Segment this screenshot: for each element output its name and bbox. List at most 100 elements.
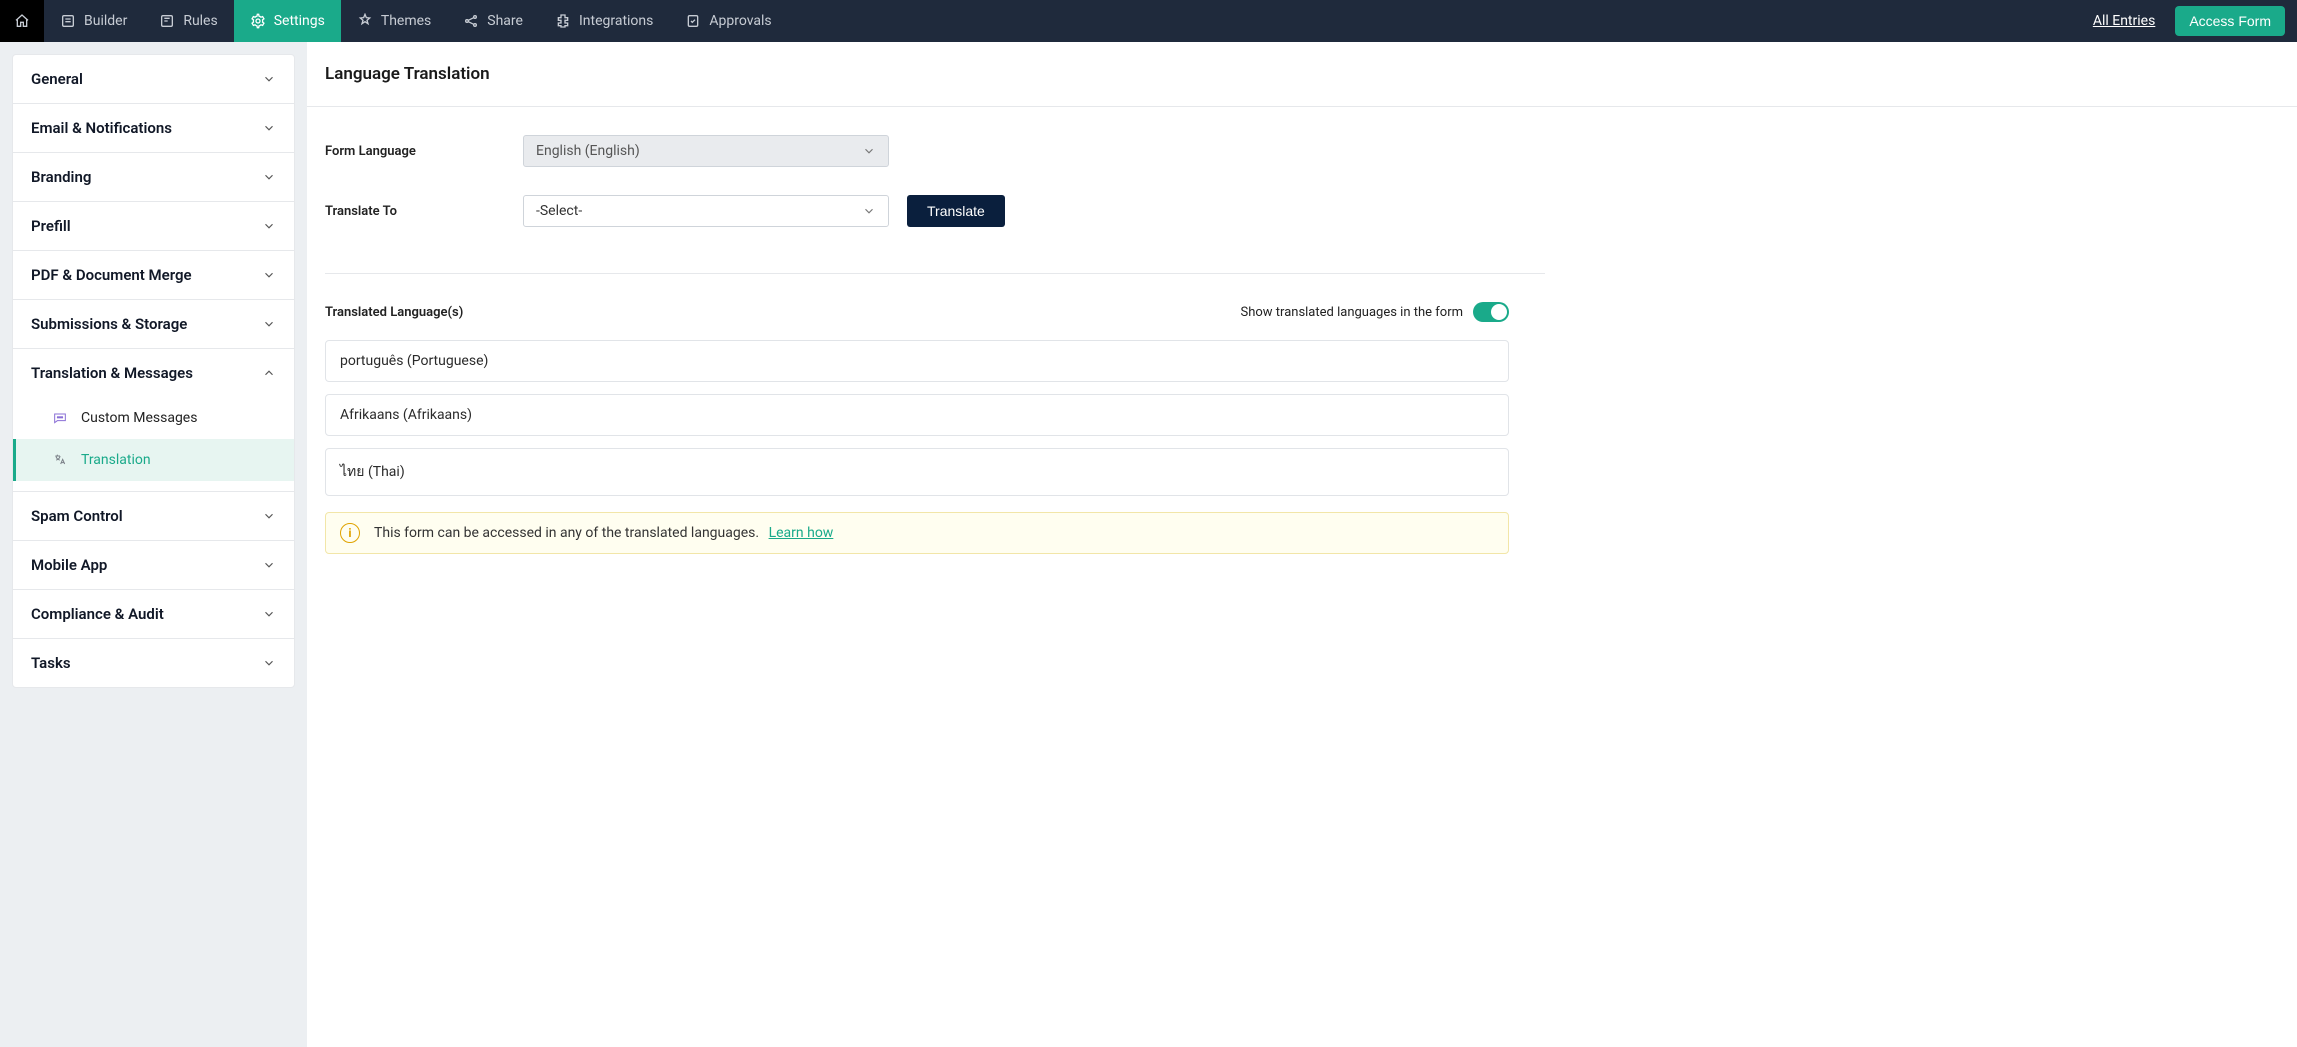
sidebar-label: Mobile App: [31, 556, 107, 574]
translate-button[interactable]: Translate: [907, 195, 1005, 227]
info-text-wrap: This form can be accessed in any of the …: [374, 525, 833, 541]
sidebar-label: PDF & Document Merge: [31, 266, 192, 284]
form-area: Form Language English (English) Translat…: [307, 107, 1527, 265]
nav-tab-share[interactable]: Share: [447, 0, 539, 42]
nav-tab-builder[interactable]: Builder: [44, 0, 143, 42]
chevron-down-icon: [262, 72, 276, 86]
sidebar-section-mobile: Mobile App: [13, 541, 294, 590]
sidebar-header-compliance[interactable]: Compliance & Audit: [13, 590, 294, 638]
integrations-icon: [555, 13, 571, 29]
sidebar-header-mobile[interactable]: Mobile App: [13, 541, 294, 589]
home-icon: [14, 13, 30, 29]
nav-tab-approvals[interactable]: Approvals: [669, 0, 787, 42]
nav-tab-label: Themes: [381, 13, 431, 29]
info-banner: i This form can be accessed in any of th…: [325, 512, 1509, 554]
chevron-down-icon: [262, 268, 276, 282]
rules-icon: [159, 13, 175, 29]
nav-tab-label: Integrations: [579, 13, 653, 29]
sidebar-header-submissions[interactable]: Submissions & Storage: [13, 300, 294, 348]
chevron-down-icon: [862, 204, 876, 218]
sidebar-header-pdf[interactable]: PDF & Document Merge: [13, 251, 294, 299]
sidebar-item-label: Custom Messages: [81, 410, 197, 426]
sidebar-section-translation: Translation & Messages Custom Messages: [13, 349, 294, 492]
nav-tab-themes[interactable]: Themes: [341, 0, 447, 42]
language-card[interactable]: português (Portuguese): [325, 340, 1509, 382]
page-title: Language Translation: [307, 42, 2297, 107]
sidebar-label: Email & Notifications: [31, 119, 172, 137]
learn-how-link[interactable]: Learn how: [769, 525, 834, 541]
sidebar-label: Submissions & Storage: [31, 315, 187, 333]
nav-tab-integrations[interactable]: Integrations: [539, 0, 669, 42]
sidebar-section-tasks: Tasks: [13, 639, 294, 687]
sidebar-section-submissions: Submissions & Storage: [13, 300, 294, 349]
sidebar-label: Compliance & Audit: [31, 605, 164, 623]
sidebar-outer: General Email & Notifications Branding: [0, 42, 307, 1047]
row-translate-to: Translate To -Select- Translate: [325, 195, 1509, 227]
form-language-label: Form Language: [325, 144, 523, 159]
chevron-down-icon: [262, 509, 276, 523]
translate-to-label: Translate To: [325, 204, 523, 219]
form-language-select: English (English): [523, 135, 889, 167]
chevron-down-icon: [262, 121, 276, 135]
nav-tabs: Builder Rules Settings Themes Share Inte…: [44, 0, 788, 42]
translate-to-select[interactable]: -Select-: [523, 195, 889, 227]
sidebar-section-general: General: [13, 55, 294, 104]
chevron-down-icon: [262, 656, 276, 670]
share-icon: [463, 13, 479, 29]
show-languages-toggle[interactable]: [1473, 302, 1509, 322]
sidebar-label: Tasks: [31, 654, 71, 672]
sidebar-header-branding[interactable]: Branding: [13, 153, 294, 201]
sidebar-header-prefill[interactable]: Prefill: [13, 202, 294, 250]
show-toggle-group: Show translated languages in the form: [1241, 302, 1510, 322]
nav-tab-label: Share: [487, 13, 523, 29]
sidebar-header-tasks[interactable]: Tasks: [13, 639, 294, 687]
settings-sidebar: General Email & Notifications Branding: [12, 54, 295, 688]
all-entries-link[interactable]: All Entries: [2093, 13, 2155, 29]
sidebar-item-translation[interactable]: Translation: [13, 439, 294, 481]
chevron-down-icon: [262, 607, 276, 621]
messages-icon: [51, 409, 69, 427]
sidebar-header-email[interactable]: Email & Notifications: [13, 104, 294, 152]
sidebar-label: General: [31, 70, 83, 88]
toggle-knob: [1491, 304, 1507, 320]
sidebar-item-label: Translation: [81, 452, 151, 468]
nav-tab-rules[interactable]: Rules: [143, 0, 233, 42]
nav-right: All Entries Access Form: [2093, 0, 2297, 42]
sidebar-section-email: Email & Notifications: [13, 104, 294, 153]
chevron-down-icon: [262, 558, 276, 572]
sidebar-label: Translation & Messages: [31, 364, 193, 382]
nav-tab-settings[interactable]: Settings: [234, 0, 341, 42]
language-card[interactable]: ไทย (Thai): [325, 448, 1509, 496]
main-content: Language Translation Form Language Engli…: [307, 42, 2297, 1047]
info-text: This form can be accessed in any of the …: [374, 525, 759, 541]
sidebar-label: Prefill: [31, 217, 71, 235]
sidebar-header-translation[interactable]: Translation & Messages: [13, 349, 294, 397]
sidebar-label: Branding: [31, 168, 91, 186]
chevron-down-icon: [262, 170, 276, 184]
nav-tab-label: Builder: [84, 13, 127, 29]
info-icon: i: [340, 523, 360, 543]
sidebar-label: Spam Control: [31, 507, 123, 525]
select-value: English (English): [536, 143, 640, 159]
sidebar-section-pdf: PDF & Document Merge: [13, 251, 294, 300]
builder-icon: [60, 13, 76, 29]
language-list: português (Portuguese) Afrikaans (Afrika…: [307, 336, 1527, 496]
sidebar-header-general[interactable]: General: [13, 55, 294, 103]
nav-tab-label: Approvals: [709, 13, 771, 29]
sidebar-item-custom-messages[interactable]: Custom Messages: [13, 397, 294, 439]
chevron-up-icon: [262, 366, 276, 380]
translated-languages-label: Translated Language(s): [325, 305, 463, 320]
nav-spacer: [788, 0, 2093, 42]
translation-icon: [51, 451, 69, 469]
language-card[interactable]: Afrikaans (Afrikaans): [325, 394, 1509, 436]
sidebar-section-prefill: Prefill: [13, 202, 294, 251]
sidebar-header-spam[interactable]: Spam Control: [13, 492, 294, 540]
home-button[interactable]: [0, 0, 44, 42]
show-toggle-label: Show translated languages in the form: [1241, 305, 1464, 320]
chevron-down-icon: [262, 317, 276, 331]
chevron-down-icon: [262, 219, 276, 233]
themes-icon: [357, 13, 373, 29]
select-value: -Select-: [536, 203, 582, 219]
settings-icon: [250, 13, 266, 29]
access-form-button[interactable]: Access Form: [2175, 6, 2285, 36]
